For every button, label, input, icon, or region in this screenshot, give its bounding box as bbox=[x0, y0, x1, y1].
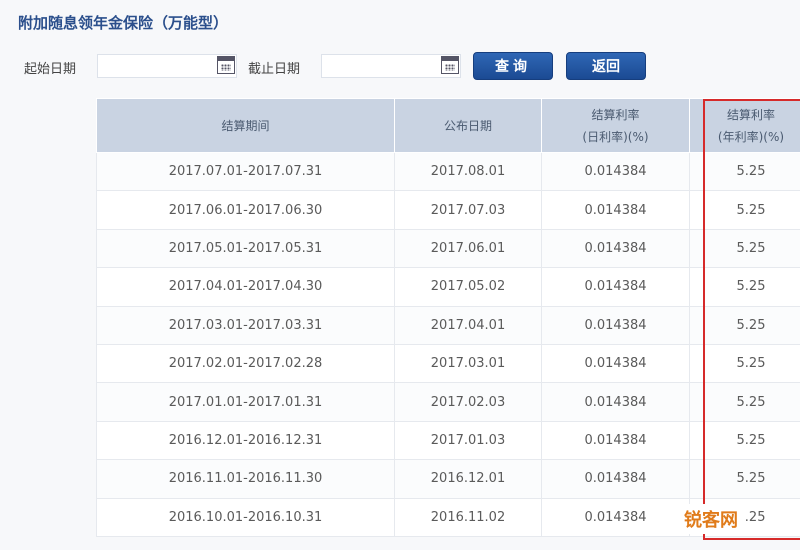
cell-daily-rate: 0.014384 bbox=[541, 228, 690, 269]
table-header-row: 结算期间 公布日期 结算利率 (日利率)(%) 结算利率 (年利率)(%) bbox=[96, 98, 800, 153]
cell-annual-rate: 5.25 bbox=[689, 190, 800, 230]
end-date-input[interactable] bbox=[321, 54, 461, 78]
cell-period: 2016.12.01-2016.12.31 bbox=[96, 420, 395, 461]
back-button[interactable]: 返回 bbox=[566, 52, 646, 80]
header-daily-rate: 结算利率 (日利率)(%) bbox=[541, 98, 690, 153]
cell-publish-date: 2016.12.01 bbox=[394, 459, 542, 499]
cell-daily-rate: 0.014384 bbox=[541, 497, 690, 537]
cell-period: 2016.10.01-2016.10.31 bbox=[96, 497, 395, 537]
cell-publish-date: 2017.02.03 bbox=[394, 382, 542, 422]
table-row: 2016.12.01-2016.12.31 2017.01.03 0.01438… bbox=[96, 420, 800, 461]
table-row: 2016.11.01-2016.11.30 2016.12.01 0.01438… bbox=[96, 459, 800, 499]
cell-publish-date: 2017.07.03 bbox=[394, 190, 542, 230]
interest-rate-table: 结算期间 公布日期 结算利率 (日利率)(%) 结算利率 (年利率)(%) 2017… bbox=[96, 98, 800, 537]
start-date-input[interactable] bbox=[97, 54, 237, 78]
table-row: 2017.02.01-2017.02.28 2017.03.01 0.01438… bbox=[96, 343, 800, 384]
cell-annual-rate: 5.25 bbox=[689, 382, 800, 422]
cell-daily-rate: 0.014384 bbox=[541, 151, 690, 192]
cell-period: 2017.03.01-2017.03.31 bbox=[96, 305, 395, 345]
cell-period: 2017.05.01-2017.05.31 bbox=[96, 228, 395, 269]
query-button[interactable]: 查询 bbox=[473, 52, 553, 80]
header-publish-date: 公布日期 bbox=[394, 98, 542, 153]
table-row: 2017.06.01-2017.06.30 2017.07.03 0.01438… bbox=[96, 190, 800, 230]
cell-annual-rate: 5.25 bbox=[689, 228, 800, 269]
cell-daily-rate: 0.014384 bbox=[541, 343, 690, 384]
table-row: 2017.03.01-2017.03.31 2017.04.01 0.01438… bbox=[96, 305, 800, 345]
cell-daily-rate: 0.014384 bbox=[541, 267, 690, 307]
cell-annual-rate: 5.25 bbox=[689, 420, 800, 461]
cell-daily-rate: 0.014384 bbox=[541, 420, 690, 461]
cell-daily-rate: 0.014384 bbox=[541, 382, 690, 422]
table-row: 2017.04.01-2017.04.30 2017.05.02 0.01438… bbox=[96, 267, 800, 307]
table-row: 2017.01.01-2017.01.31 2017.02.03 0.01438… bbox=[96, 382, 800, 422]
cell-publish-date: 2017.06.01 bbox=[394, 228, 542, 269]
cell-period: 2017.04.01-2017.04.30 bbox=[96, 267, 395, 307]
calendar-icon[interactable] bbox=[217, 56, 235, 74]
calendar-icon[interactable] bbox=[441, 56, 459, 74]
cell-annual-rate: 5.25 bbox=[689, 343, 800, 384]
cell-annual-rate: 5.25 bbox=[689, 459, 800, 499]
cell-publish-date: 2017.03.01 bbox=[394, 343, 542, 384]
cell-period: 2016.11.01-2016.11.30 bbox=[96, 459, 395, 499]
page-title: 附加随息领年金保险（万能型） bbox=[18, 14, 229, 32]
header-annual-rate: 结算利率 (年利率)(%) bbox=[689, 98, 800, 153]
cell-daily-rate: 0.014384 bbox=[541, 305, 690, 345]
cell-publish-date: 2017.08.01 bbox=[394, 151, 542, 192]
start-date-label: 起始日期 bbox=[24, 62, 77, 77]
cell-publish-date: 2017.01.03 bbox=[394, 420, 542, 461]
cell-period: 2017.01.01-2017.01.31 bbox=[96, 382, 395, 422]
end-date-label: 截止日期 bbox=[248, 62, 301, 77]
table-row: 2017.07.01-2017.07.31 2017.08.01 0.01438… bbox=[96, 151, 800, 192]
search-bar: 起始日期 截止日期 查询 返回 bbox=[0, 50, 800, 82]
table-row: 2017.05.01-2017.05.31 2017.06.01 0.01438… bbox=[96, 228, 800, 269]
cell-publish-date: 2017.04.01 bbox=[394, 305, 542, 345]
cell-period: 2017.06.01-2017.06.30 bbox=[96, 190, 395, 230]
cell-period: 2017.07.01-2017.07.31 bbox=[96, 151, 395, 192]
cell-annual-rate: 5.25 bbox=[689, 267, 800, 307]
cell-daily-rate: 0.014384 bbox=[541, 190, 690, 230]
cell-daily-rate: 0.014384 bbox=[541, 459, 690, 499]
watermark-logo: 锐客网 bbox=[678, 504, 744, 534]
cell-period: 2017.02.01-2017.02.28 bbox=[96, 343, 395, 384]
cell-publish-date: 2016.11.02 bbox=[394, 497, 542, 537]
cell-publish-date: 2017.05.02 bbox=[394, 267, 542, 307]
cell-annual-rate: 5.25 bbox=[689, 305, 800, 345]
header-period: 结算期间 bbox=[96, 98, 395, 153]
cell-annual-rate: 5.25 bbox=[689, 151, 800, 192]
